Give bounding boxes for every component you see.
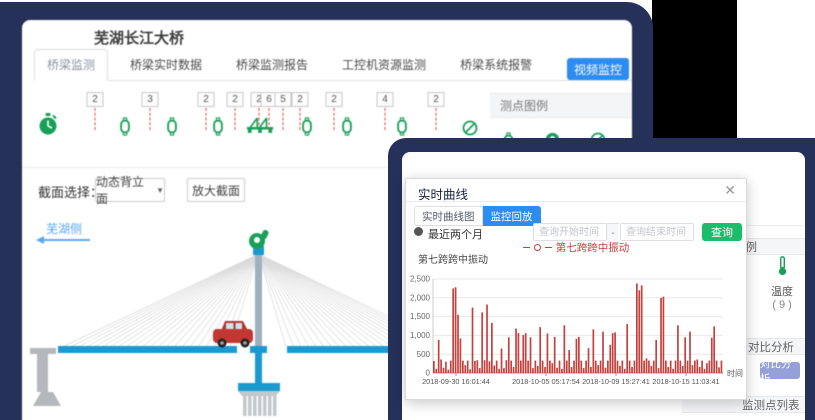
svg-text:1,000: 1,000 xyxy=(410,331,431,340)
alarm-dash-line xyxy=(283,108,284,130)
tab-system-alarm[interactable]: 桥梁系统报警 xyxy=(448,50,544,80)
tab-bridge-monitor[interactable]: 桥梁监测 xyxy=(34,49,108,81)
alarm-dash-line xyxy=(235,108,236,130)
section-select-label: 截面选择： xyxy=(38,182,103,201)
sensor-count-badge: 2 xyxy=(198,92,215,107)
chain-sensor-icon[interactable] xyxy=(212,117,225,141)
sensor-count-badge: 3 xyxy=(142,92,159,107)
video-monitor-button[interactable]: 视频监控 xyxy=(567,58,629,80)
svg-text:2018-10-09 15:27:41: 2018-10-09 15:27:41 xyxy=(582,377,650,386)
temperature-count: ( 9 ) xyxy=(754,299,810,311)
svg-text:500: 500 xyxy=(417,350,431,359)
chevron-down-icon: ▼ xyxy=(156,186,164,195)
temperature-legend-item[interactable]: 温度 ( 9 ) xyxy=(754,256,810,311)
vibration-chart[interactable]: 05001,0001,5002,0002,5002018-09-30 16:01… xyxy=(409,263,743,397)
query-end-time-input[interactable] xyxy=(620,223,694,241)
svg-text:2,000: 2,000 xyxy=(410,293,431,302)
alarm-dash-line xyxy=(385,108,386,130)
sensor-count-badge: 2 xyxy=(292,92,309,107)
alarm-dash-line xyxy=(436,108,437,130)
curve-window: 测点图例 温度 ( 9 ) 对比分析 对比分析 监测点列表 实时曲线 ✕ 实时曲… xyxy=(388,138,815,420)
sensor-count-badge: 5 xyxy=(275,92,292,107)
bridge-pier xyxy=(30,348,61,406)
clock-sensor-icon[interactable] xyxy=(38,113,59,141)
alarm-dash-line xyxy=(150,108,151,130)
temperature-label: 温度 xyxy=(754,283,810,299)
query-button[interactable]: 查询 xyxy=(702,223,742,241)
sensor-count-badge: 2 xyxy=(428,92,445,107)
svg-text:2,500: 2,500 xyxy=(410,275,431,284)
page-title: 芜湖长江大桥 xyxy=(94,27,184,48)
sensor-count-badge: 4 xyxy=(377,92,394,107)
legend-marker-icon xyxy=(534,244,541,251)
section-select-dropdown[interactable]: 动态背立面 ▼ xyxy=(95,178,165,202)
section-select-value: 动态背立面 xyxy=(96,173,151,207)
tab-ipc-resource[interactable]: 工控机资源监测 xyxy=(330,50,438,80)
alarm-dash-line xyxy=(269,108,270,130)
alarm-dash-line xyxy=(95,108,96,130)
sensor-count-badge: 2 xyxy=(326,92,343,107)
legend-line-icon xyxy=(523,247,530,248)
truss-sensor-icon[interactable] xyxy=(246,115,274,139)
screenshot-stage: 芜湖长江大桥 桥梁监测 桥梁实时数据 桥梁监测报告 工控机资源监测 桥梁系统报警… xyxy=(0,0,815,420)
car-on-bridge xyxy=(213,321,253,348)
query-start-time-input[interactable] xyxy=(533,223,607,241)
last-two-months-radio[interactable] xyxy=(414,227,423,236)
tower-camera-icon[interactable] xyxy=(249,229,269,249)
compare-analysis-button[interactable]: 对比分析 xyxy=(760,362,800,379)
chain-sensor-icon[interactable] xyxy=(341,117,354,141)
thermometer-icon xyxy=(776,263,789,280)
modal-title: 实时曲线 xyxy=(418,184,468,203)
desktop-black-region xyxy=(652,0,737,143)
tab-realtime-data[interactable]: 桥梁实时数据 xyxy=(118,50,214,80)
legend-line-icon xyxy=(545,247,552,248)
chain-sensor-icon[interactable] xyxy=(166,117,179,141)
enlarge-section-button[interactable]: 放大截面 xyxy=(187,178,245,202)
alarm-dash-line xyxy=(206,108,207,130)
chain-sensor-icon[interactable] xyxy=(301,117,314,141)
svg-text:2018-09-30 16:01:44: 2018-09-30 16:01:44 xyxy=(422,377,490,386)
svg-text:时间: 时间 xyxy=(727,368,743,378)
point-legend-title: 测点图例 xyxy=(490,93,632,118)
query-row: 最近两个月 - 查询 xyxy=(406,223,746,241)
alarm-dash-line xyxy=(334,108,335,130)
chain-sensor-icon[interactable] xyxy=(119,117,132,141)
svg-text:1,500: 1,500 xyxy=(410,312,431,321)
curve-window-page: 测点图例 温度 ( 9 ) 对比分析 对比分析 监测点列表 实时曲线 ✕ 实时曲… xyxy=(402,152,805,420)
tab-monitor-report[interactable]: 桥梁监测报告 xyxy=(224,50,320,80)
modal-header: 实时曲线 ✕ xyxy=(406,179,746,202)
svg-text:2018-10-15 11:03:41: 2018-10-15 11:03:41 xyxy=(652,377,719,386)
sensor-count-badge: 2 xyxy=(227,92,244,107)
main-tab-bar: 桥梁监测 桥梁实时数据 桥梁监测报告 工控机资源监测 桥梁系统报警 xyxy=(34,53,632,81)
close-icon[interactable]: ✕ xyxy=(724,182,736,199)
realtime-curve-modal: 实时曲线 ✕ 实时曲线图 监控回放 最近两个月 - 查询 xyxy=(405,178,747,400)
legend-label: 第七跨跨中振动 xyxy=(556,240,630,255)
svg-text:2018-10-05 05:17:54: 2018-10-05 05:17:54 xyxy=(512,377,580,386)
sensor-count-badge: 2 xyxy=(87,92,104,107)
